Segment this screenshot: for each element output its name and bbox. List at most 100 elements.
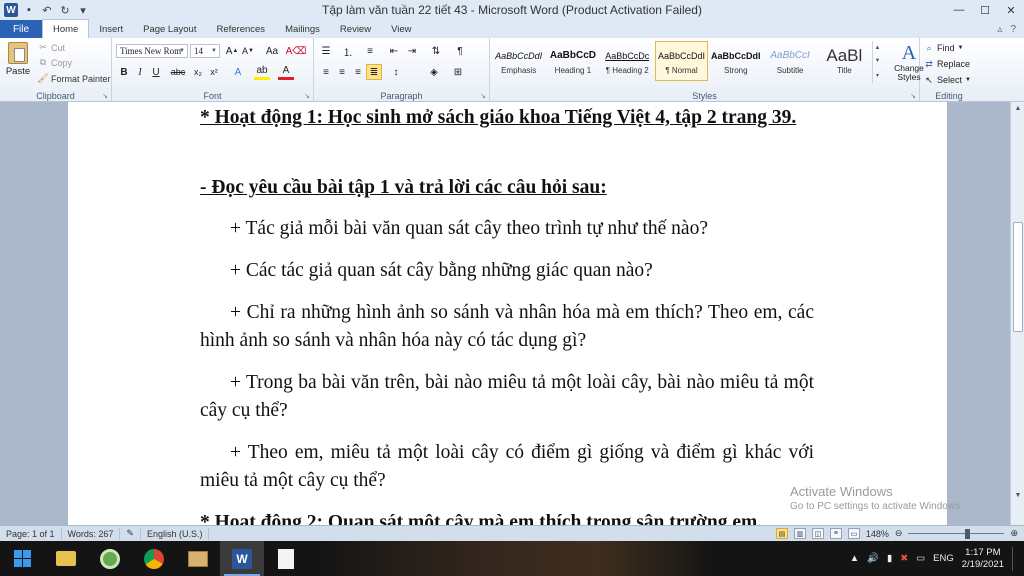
- instruction-heading[interactable]: - Đọc yêu cầu bài tập 1 và trả lời các c…: [200, 174, 814, 202]
- bold-icon[interactable]: B: [116, 64, 132, 80]
- multilevel-list-icon[interactable]: ≡: [362, 43, 378, 59]
- print-layout-icon[interactable]: ▤: [775, 528, 788, 539]
- taskbar-coccoc[interactable]: [88, 541, 132, 576]
- scroll-up-icon[interactable]: ▲: [1011, 102, 1024, 114]
- page-count[interactable]: Page: 1 of 1: [0, 527, 62, 540]
- styles-launcher-icon[interactable]: ↘: [910, 92, 916, 100]
- italic-icon[interactable]: I: [132, 64, 148, 80]
- document-page[interactable]: * Hoạt động 1: Học sinh mở sách giáo kho…: [68, 102, 947, 525]
- zoom-slider[interactable]: [908, 528, 1005, 539]
- zoom-out-icon[interactable]: ⊖: [895, 528, 903, 539]
- grow-font-icon[interactable]: A ▲: [224, 43, 240, 59]
- justify-icon[interactable]: ≣: [366, 64, 382, 80]
- help-icon[interactable]: ?: [1010, 24, 1016, 35]
- question-5[interactable]: + Theo em, miêu tả một loài cây có điểm …: [200, 439, 814, 495]
- format-painter-button[interactable]: 🖌 Format Painter: [37, 72, 110, 85]
- tab-review[interactable]: Review: [330, 20, 381, 38]
- scroll-down-icon[interactable]: ▼: [1011, 489, 1024, 501]
- bullets-icon[interactable]: ☰: [318, 43, 334, 59]
- sort-icon[interactable]: ⇅: [428, 43, 444, 59]
- replace-button[interactable]: ⇄ Replace: [924, 57, 970, 71]
- vertical-scrollbar[interactable]: ▲ ▼: [1010, 102, 1024, 525]
- tab-home[interactable]: Home: [42, 19, 90, 38]
- style-emphasis[interactable]: AaBbCcDdI Emphasis: [492, 41, 545, 81]
- save-icon[interactable]: ▪: [22, 3, 36, 17]
- superscript-icon[interactable]: x²: [206, 64, 222, 80]
- paragraph-launcher-icon[interactable]: ↘: [480, 92, 486, 100]
- styles-gallery-scroll[interactable]: ▲ ▼ ▾: [872, 41, 882, 83]
- unikey-icon[interactable]: ✖: [900, 553, 908, 564]
- proofing-status[interactable]: ✎: [120, 527, 141, 540]
- draft-icon[interactable]: ▭: [847, 528, 860, 539]
- scrollbar-thumb[interactable]: [1013, 222, 1023, 332]
- change-case-icon[interactable]: Aa: [264, 43, 280, 59]
- highlight-icon[interactable]: ab: [254, 64, 270, 80]
- strikethrough-icon[interactable]: abc: [170, 64, 186, 80]
- style-heading-2[interactable]: AaBbCcDc ¶ Heading 2: [601, 41, 654, 81]
- align-right-icon[interactable]: ≡: [350, 64, 366, 80]
- subscript-icon[interactable]: x₂: [190, 64, 206, 80]
- volume-icon[interactable]: 🔊: [867, 553, 879, 564]
- word-count[interactable]: Words: 267: [62, 527, 121, 540]
- show-hidden-icons-icon[interactable]: ▲: [850, 553, 859, 564]
- activity-2-heading[interactable]: * Hoạt động 2: Quan sát một cây mà em th…: [200, 509, 814, 525]
- taskbar-clock[interactable]: 1:17 PM 2/19/2021: [962, 547, 1004, 571]
- select-button[interactable]: ↖ Select ▼: [924, 73, 971, 87]
- find-button[interactable]: ⌕ Find ▼: [924, 41, 963, 55]
- font-launcher-icon[interactable]: ↘: [304, 92, 310, 100]
- taskbar-chrome[interactable]: [132, 541, 176, 576]
- style-strong[interactable]: AaBbCcDdI Strong: [709, 41, 762, 81]
- undo-icon[interactable]: ↶: [40, 3, 54, 17]
- taskbar-file-manager[interactable]: [176, 541, 220, 576]
- style-title[interactable]: AaBl Title: [818, 41, 871, 81]
- chevron-up-icon[interactable]: ▲: [875, 45, 881, 51]
- question-1[interactable]: + Tác giả mỗi bài văn quan sát cây theo …: [200, 215, 814, 243]
- language[interactable]: English (U.S.): [141, 527, 210, 540]
- shrink-font-icon[interactable]: A ▼: [240, 43, 256, 59]
- underline-icon[interactable]: U: [148, 64, 164, 80]
- outline-icon[interactable]: ≡: [829, 528, 842, 539]
- start-button[interactable]: [0, 541, 44, 576]
- message-icon[interactable]: ▭: [916, 553, 925, 564]
- question-4[interactable]: + Trong ba bài văn trên, bài nào miêu tả…: [200, 369, 814, 425]
- zoom-knob[interactable]: [964, 528, 970, 539]
- align-left-icon[interactable]: ≡: [318, 64, 334, 80]
- tab-file[interactable]: File: [0, 20, 42, 38]
- customize-qat-icon[interactable]: ▾: [76, 3, 90, 17]
- question-3[interactable]: + Chỉ ra những hình ảnh so sánh và nhân …: [200, 299, 814, 355]
- cut-button[interactable]: ✂ Cut: [38, 41, 65, 54]
- borders-icon[interactable]: ⊞: [450, 64, 466, 80]
- tab-mailings[interactable]: Mailings: [275, 20, 330, 38]
- font-family-select[interactable]: Times New Rom ▼: [116, 44, 188, 58]
- style-normal[interactable]: AaBbCcDdI ¶ Normal: [654, 41, 709, 81]
- zoom-in-icon[interactable]: ⊕: [1010, 528, 1018, 539]
- align-center-icon[interactable]: ≡: [334, 64, 350, 80]
- increase-indent-icon[interactable]: ⇥: [404, 43, 420, 59]
- style-subtitle[interactable]: AaBbCcI Subtitle: [763, 41, 816, 81]
- full-screen-reading-icon[interactable]: ▥: [793, 528, 806, 539]
- network-icon[interactable]: ▮: [887, 553, 892, 564]
- notifications-icon[interactable]: [1012, 546, 1018, 571]
- word-app-icon[interactable]: W: [4, 3, 18, 17]
- minimize-ribbon-icon[interactable]: ▵: [997, 24, 1002, 35]
- paste-button[interactable]: Paste: [4, 42, 32, 84]
- decrease-indent-icon[interactable]: ⇤: [386, 43, 402, 59]
- numbering-icon[interactable]: ⒈: [340, 43, 356, 59]
- question-2[interactable]: + Các tác giả quan sát cây bằng những gi…: [200, 257, 814, 285]
- more-icon[interactable]: ▾: [876, 72, 879, 79]
- tab-insert[interactable]: Insert: [89, 20, 133, 38]
- show-hide-icon[interactable]: ¶: [452, 43, 468, 59]
- shading-icon[interactable]: ◈: [426, 64, 442, 80]
- clear-formatting-icon[interactable]: A⌫: [286, 43, 307, 59]
- taskbar-notepad[interactable]: [264, 541, 308, 576]
- minimize-icon[interactable]: —: [946, 0, 972, 20]
- input-language[interactable]: ENG: [933, 553, 954, 564]
- close-icon[interactable]: ✕: [998, 0, 1024, 20]
- taskbar-word[interactable]: W: [220, 541, 264, 576]
- taskbar-file-explorer[interactable]: [44, 541, 88, 576]
- tab-references[interactable]: References: [206, 20, 275, 38]
- activity-1-heading[interactable]: * Hoạt động 1: Học sinh mở sách giáo kho…: [200, 104, 814, 132]
- chevron-down-icon[interactable]: ▼: [875, 58, 881, 64]
- font-color-icon[interactable]: A: [278, 64, 294, 80]
- line-spacing-icon[interactable]: ↕: [388, 64, 404, 80]
